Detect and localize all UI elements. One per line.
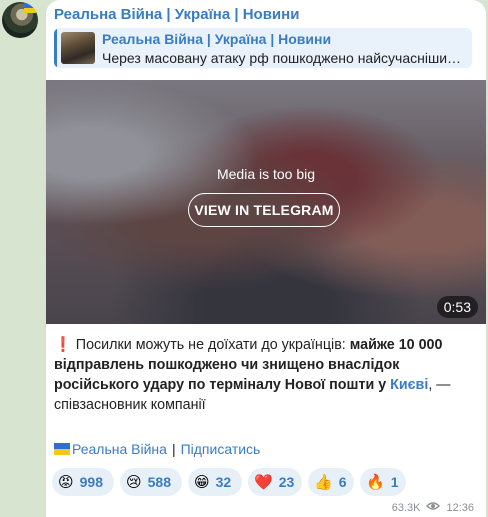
view-in-telegram-button[interactable]: VIEW IN TELEGRAM [188,193,340,227]
reaction-count: 998 [79,474,103,490]
message-time: 12:36 [446,501,474,514]
channel-avatar[interactable] [2,2,38,38]
channel-footer: Реальна Війна | Підписатись [54,441,260,457]
view-count: 63.3K [391,501,421,514]
video-duration: 0:53 [436,296,478,318]
exclamation-icon: ❗️ [54,337,72,353]
crying-face-icon: 😢 [126,473,142,491]
reaction-count: 23 [278,474,295,490]
video-preview[interactable]: Media is too big VIEW IN TELEGRAM 0:53 [46,80,486,324]
message-lead: Посилки можуть не доїхати до українців: [75,337,350,353]
reaction-count: 1 [390,474,399,490]
thumbs-up-icon: 👍 [314,473,333,491]
reaction-thumbs-up[interactable]: 👍 6 [308,468,354,496]
message-meta: 63.3K 12:36 [392,501,474,514]
channel-name[interactable]: Реальна Війна | Україна | Новини [54,6,299,23]
message-text: ❗️ Посилки можуть не доїхати до українці… [54,335,478,415]
ukraine-flag-icon [24,3,36,13]
footer-separator: | [171,441,176,457]
reply-preview[interactable]: Реальна Війна | Україна | Новини Через м… [54,28,472,68]
reaction-fire[interactable]: 🔥 1 [360,468,406,496]
fire-icon: 🔥 [366,473,385,491]
ukraine-flag-icon [54,443,70,455]
reaction-count: 32 [215,474,232,490]
reaction-grinning[interactable]: 😁 32 [188,468,242,496]
message-bubble: Реальна Війна | Україна | Новини Реальна… [46,0,486,517]
subscribe-link[interactable]: Підписатись [181,441,261,457]
reply-text: Через масовану атаку рф пошкоджено найсу… [102,50,462,66]
grinning-face-icon: 😁 [194,473,210,491]
heart-icon: ❤️ [254,473,273,491]
reaction-heart[interactable]: ❤️ 23 [248,468,302,496]
angry-face-icon: 😡 [58,473,74,491]
reaction-crying[interactable]: 😢 588 [120,468,182,496]
reaction-count: 588 [147,474,171,490]
channel-link[interactable]: Реальна Війна [72,441,167,457]
reply-accent-bar [54,28,57,68]
reaction-angry[interactable]: 😡 998 [52,468,114,496]
kyiv-hashtag-link[interactable]: Києві [390,377,428,393]
reaction-count: 6 [338,474,347,490]
reply-title: Реальна Війна | Україна | Новини [102,31,332,47]
reply-thumbnail [61,32,95,64]
media-too-big-notice: Media is too big [216,166,316,182]
eye-icon [426,501,441,514]
